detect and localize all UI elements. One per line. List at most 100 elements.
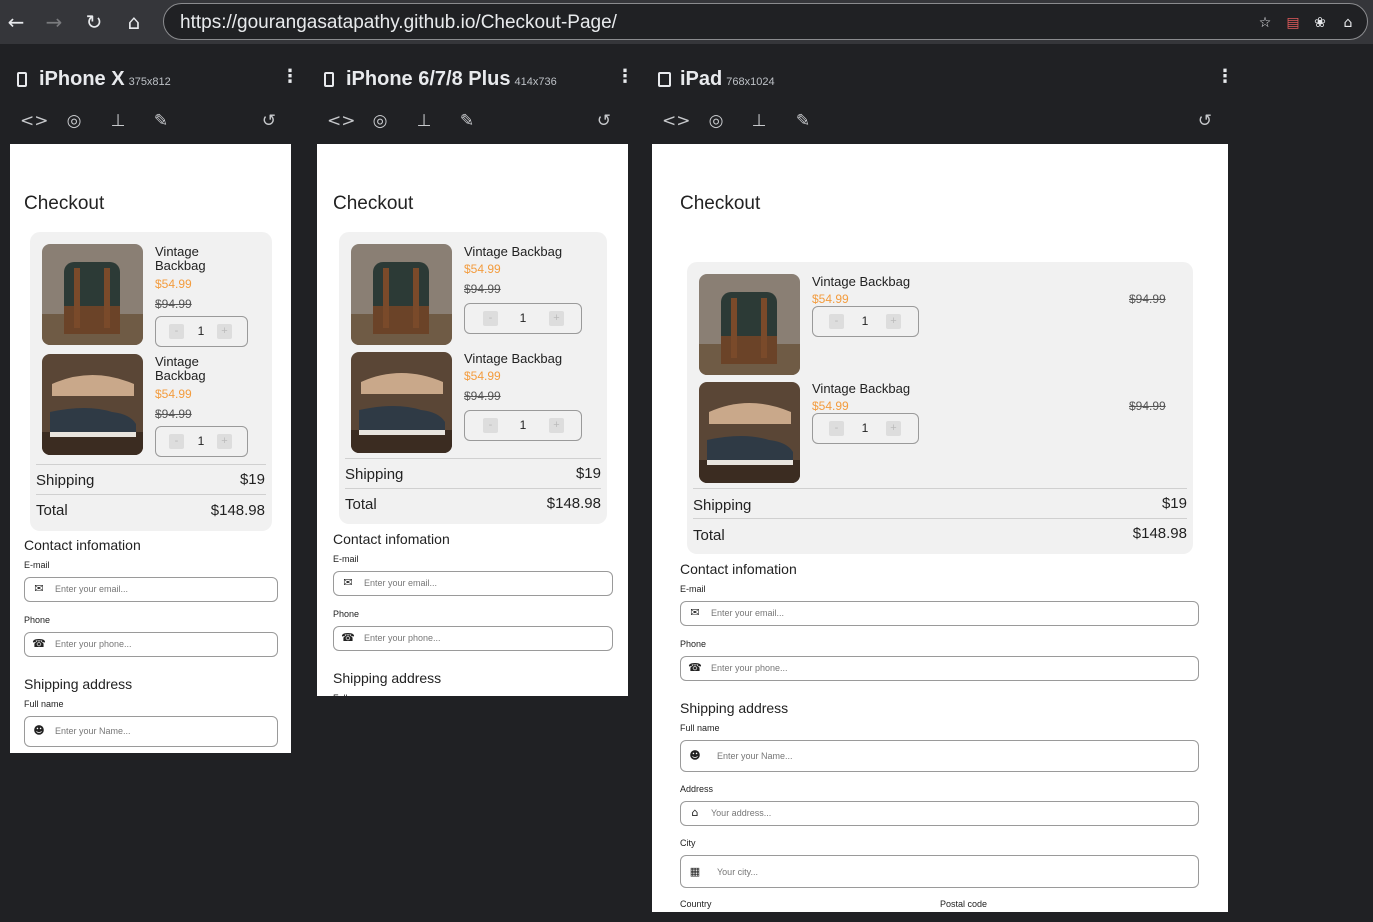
product-price: $54.99 <box>155 277 192 291</box>
sync-scroll-icon[interactable]: ⊥ <box>747 109 771 133</box>
product-price: $54.99 <box>155 387 192 401</box>
total-value: $148.98 <box>546 495 601 512</box>
edit-icon[interactable]: ✎ <box>791 109 815 133</box>
email-label: E-mail <box>333 554 359 564</box>
device-name: iPhone X 375x812 <box>39 68 171 90</box>
more-options-icon[interactable]: ⋮ <box>281 68 299 86</box>
divider <box>36 494 266 495</box>
arrow-right-icon[interactable]: → <box>40 8 68 36</box>
rotate-icon[interactable]: ↺ <box>1193 109 1217 133</box>
reload-icon[interactable]: ↻ <box>80 8 108 36</box>
user-icon: ☻ <box>689 749 701 762</box>
decrement-button[interactable]: - <box>483 418 498 433</box>
city-field[interactable]: ▦ Your city... <box>680 855 1199 888</box>
edit-icon[interactable]: ✎ <box>455 109 479 133</box>
more-options-icon[interactable]: ⋮ <box>1216 68 1234 86</box>
camera-icon[interactable]: ◎ <box>62 109 86 133</box>
email-field[interactable]: ✉ Enter your email... <box>333 571 613 596</box>
code-icon[interactable]: <> <box>662 109 691 133</box>
product-old-price: $94.99 <box>1129 399 1166 413</box>
phone-field[interactable]: ☎ Enter your phone... <box>680 656 1199 681</box>
product-name: Vintage Backbag <box>155 244 206 273</box>
increment-button[interactable]: + <box>886 314 901 329</box>
database-icon[interactable]: ▤ <box>1284 14 1302 32</box>
quantity-stepper[interactable]: - 1 + <box>464 303 582 334</box>
sync-scroll-icon[interactable]: ⊥ <box>106 109 130 133</box>
product-old-price: $94.99 <box>464 282 501 296</box>
quantity-stepper[interactable]: - 1 + <box>464 410 582 441</box>
building-icon: ▦ <box>689 865 701 878</box>
cart-summary: Vintage Backbag $54.99 $94.99 - 1 + Vint… <box>30 232 272 531</box>
edit-icon[interactable]: ✎ <box>149 109 173 133</box>
address-label: Address <box>680 784 714 794</box>
divider <box>36 464 266 465</box>
phone-icon <box>324 72 334 87</box>
email-label: E-mail <box>680 584 706 594</box>
code-icon[interactable]: <> <box>327 109 356 133</box>
product-name: Vintage Backbag <box>464 244 563 259</box>
envelope-icon: ✉ <box>343 576 353 589</box>
page-title: Checkout <box>680 193 761 214</box>
device-toolbar: <> ◎ ⊥ ✎ ↺ <box>20 109 290 135</box>
decrement-button[interactable]: - <box>829 421 844 436</box>
decrement-button[interactable]: - <box>483 311 498 326</box>
rotate-icon[interactable]: ↺ <box>257 109 281 133</box>
rotate-icon[interactable]: ↺ <box>592 109 616 133</box>
quantity-stepper[interactable]: - 1 + <box>155 426 248 457</box>
home-icon: ⌂ <box>691 806 699 819</box>
tablet-icon <box>658 72 671 87</box>
address-field[interactable]: ⌂ Your address... <box>680 801 1199 826</box>
increment-button[interactable]: + <box>886 421 901 436</box>
sync-scroll-icon[interactable]: ⊥ <box>412 109 436 133</box>
quantity-value: 1 <box>861 421 869 435</box>
total-label: Total <box>36 502 68 519</box>
city-placeholder: Your city... <box>717 867 759 877</box>
email-field[interactable]: ✉ Enter your email... <box>24 577 278 602</box>
product-price: $54.99 <box>812 399 849 413</box>
total-label: Total <box>345 496 377 513</box>
address-placeholder: Your address... <box>711 808 772 818</box>
email-placeholder: Enter your email... <box>364 578 438 588</box>
divider <box>345 488 601 489</box>
more-options-icon[interactable]: ⋮ <box>616 68 634 86</box>
camera-icon[interactable]: ◎ <box>704 109 728 133</box>
quantity-stepper[interactable]: - 1 + <box>812 306 919 337</box>
decrement-button[interactable]: - <box>169 324 184 339</box>
fullname-field[interactable]: ☻ Enter your Name... <box>680 740 1199 772</box>
quantity-stepper[interactable]: - 1 + <box>155 316 248 347</box>
address-bar[interactable]: https://gourangasatapathy.github.io/Chec… <box>163 3 1368 40</box>
decrement-button[interactable]: - <box>829 314 844 329</box>
camera-icon[interactable]: ◎ <box>368 109 392 133</box>
code-icon[interactable]: <> <box>20 109 49 133</box>
star-icon[interactable]: ☆ <box>1256 14 1274 32</box>
increment-button[interactable]: + <box>217 434 232 449</box>
product-price: $54.99 <box>812 292 849 306</box>
shipping-label: Shipping <box>345 466 404 483</box>
increment-button[interactable]: + <box>549 418 564 433</box>
phone-label: Phone <box>680 639 707 649</box>
product-name: Vintage Backbag <box>155 354 206 383</box>
increment-button[interactable]: + <box>549 311 564 326</box>
fullname-label: Full name <box>680 723 720 733</box>
product-old-price: $94.99 <box>155 297 192 311</box>
fullname-field[interactable]: ☻ Enter your Name... <box>24 716 278 747</box>
product-price: $54.99 <box>464 369 501 383</box>
shipping-heading: Shipping address <box>333 670 442 686</box>
divider <box>345 458 601 459</box>
device-header-iphone-x: iPhone X 375x812 ⋮ <box>17 68 299 98</box>
increment-button[interactable]: + <box>217 324 232 339</box>
decrement-button[interactable]: - <box>169 434 184 449</box>
viewport-iphone-x: Checkout Vintage Backbag $54.99 $94.99 -… <box>10 144 291 753</box>
phone-field[interactable]: ☎ Enter your phone... <box>333 626 613 651</box>
extension-icon[interactable]: ❀ <box>1311 14 1329 32</box>
add-home-icon[interactable]: ⌂ <box>1339 14 1357 32</box>
arrow-left-icon[interactable]: ← <box>2 8 30 36</box>
phone-icon: ☎ <box>341 631 355 644</box>
product-old-price: $94.99 <box>1129 292 1166 306</box>
quantity-stepper[interactable]: - 1 + <box>812 413 919 444</box>
home-icon[interactable]: ⌂ <box>120 8 148 36</box>
email-field[interactable]: ✉ Enter your email... <box>680 601 1199 626</box>
phone-field[interactable]: ☎ Enter your phone... <box>24 632 278 657</box>
envelope-icon: ✉ <box>690 606 700 619</box>
total-value: $148.98 <box>210 502 265 519</box>
